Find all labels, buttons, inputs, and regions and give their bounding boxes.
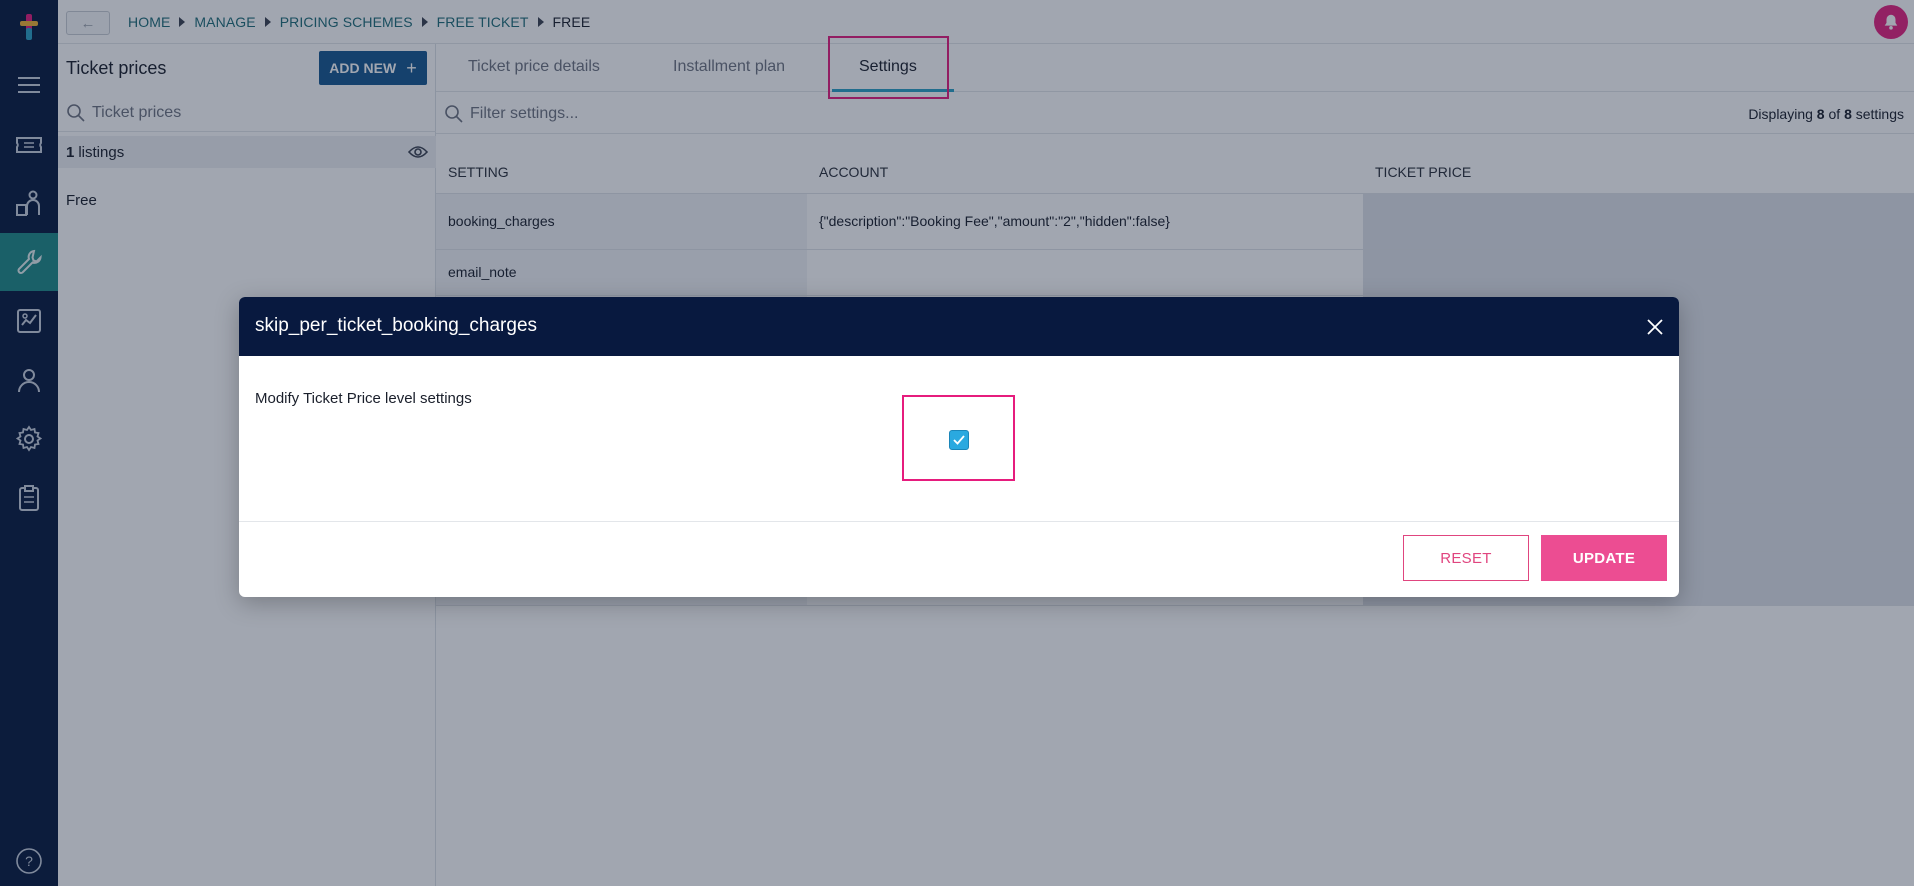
modal-header: skip_per_ticket_booking_charges	[239, 297, 1679, 356]
modal-title: skip_per_ticket_booking_charges	[255, 315, 538, 336]
update-button[interactable]: UPDATE	[1541, 535, 1667, 581]
setting-edit-modal: skip_per_ticket_booking_charges Modify T…	[239, 297, 1679, 597]
close-icon[interactable]	[1645, 317, 1665, 337]
checkmark-icon	[953, 435, 965, 445]
reset-button[interactable]: RESET	[1403, 535, 1529, 581]
modify-ticket-price-checkbox[interactable]	[949, 430, 969, 450]
modal-body: Modify Ticket Price level settings	[239, 356, 1679, 522]
field-label: Modify Ticket Price level settings	[255, 390, 472, 407]
modal-footer: RESET UPDATE	[239, 522, 1679, 597]
